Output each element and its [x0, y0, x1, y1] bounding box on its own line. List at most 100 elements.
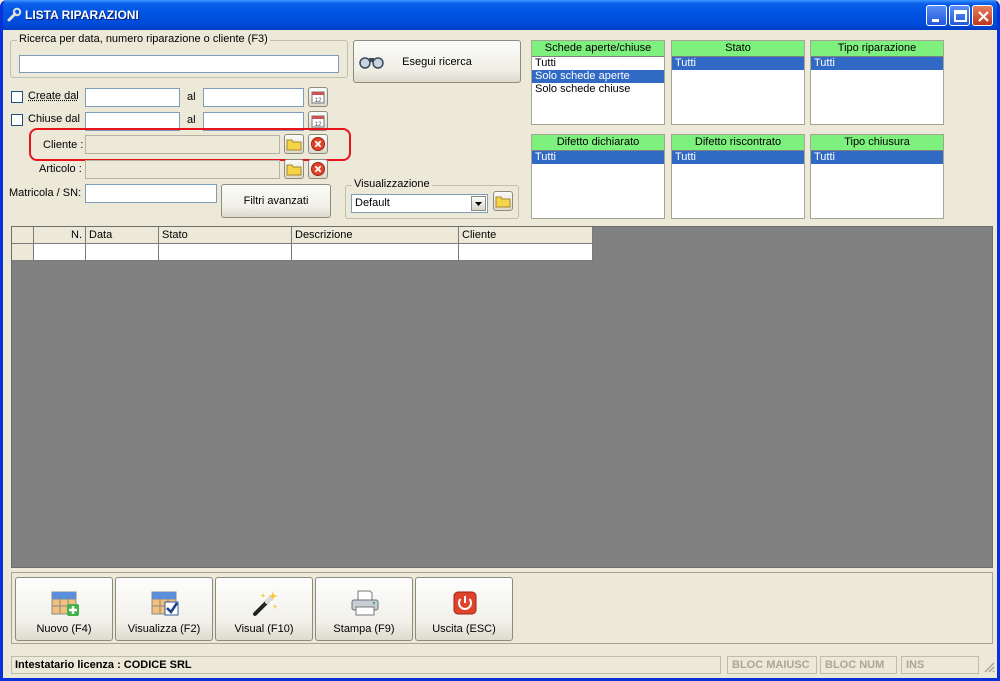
- column-header-n[interactable]: N.: [34, 227, 86, 244]
- list-item[interactable]: Tutti: [672, 151, 804, 164]
- view-record-icon: [151, 591, 179, 616]
- folder-icon: [495, 196, 511, 208]
- resize-grip-icon[interactable]: [983, 661, 995, 673]
- list-item[interactable]: Tutti: [532, 151, 664, 164]
- search-group: Ricerca per data, numero riparazione o c…: [10, 33, 348, 78]
- closed-label: Chiuse dal: [28, 113, 80, 125]
- grid-header: N. Data Stato Descrizione Cliente: [12, 227, 593, 244]
- folder-icon: [286, 164, 302, 176]
- advanced-filters-label: Filtri avanzati: [243, 195, 309, 207]
- table-cell[interactable]: [292, 244, 459, 261]
- visual-button[interactable]: Visual (F10): [215, 577, 313, 641]
- created-al-label: al: [187, 91, 196, 103]
- articolo-field[interactable]: [85, 160, 280, 179]
- table-row[interactable]: [12, 244, 593, 261]
- schede-list[interactable]: Schede aperte/chiuse Tutti Solo schede a…: [531, 40, 665, 125]
- run-search-button[interactable]: Esegui ricerca: [353, 40, 521, 83]
- minimize-icon: [932, 19, 939, 22]
- difetto-riscontrato-list[interactable]: Difetto riscontrato Tutti: [671, 134, 805, 219]
- table-cell[interactable]: [34, 244, 86, 261]
- list-item[interactable]: Tutti: [811, 57, 943, 70]
- matricola-input[interactable]: [85, 184, 217, 203]
- exit-button[interactable]: Uscita (ESC): [415, 577, 513, 641]
- column-header-stato[interactable]: Stato: [159, 227, 292, 244]
- svg-text:12: 12: [315, 98, 322, 104]
- visualizzazione-group: Visualizzazione Default: [345, 178, 519, 219]
- list-item[interactable]: Solo schede aperte: [532, 70, 664, 83]
- print-button-label: Stampa (F9): [333, 623, 395, 635]
- visualizzazione-label: Visualizzazione: [352, 178, 432, 190]
- calendar-icon: 12: [311, 91, 325, 104]
- column-header-descrizione[interactable]: Descrizione: [292, 227, 459, 244]
- view-button[interactable]: Visualizza (F2): [115, 577, 213, 641]
- visualizzazione-select[interactable]: Default: [351, 194, 488, 213]
- tipo-riparazione-list-header: Tipo riparazione: [811, 41, 943, 57]
- table-cell[interactable]: [159, 244, 292, 261]
- main-window: LISTA RIPARAZIONI Ricerca per data, nume…: [0, 0, 1000, 681]
- matricola-label: Matricola / SN:: [9, 187, 82, 199]
- title-bar[interactable]: LISTA RIPARAZIONI: [3, 0, 997, 30]
- advanced-filters-button[interactable]: Filtri avanzati: [221, 184, 331, 218]
- maximize-icon: [954, 10, 967, 22]
- visualizzazione-browse-button[interactable]: [493, 191, 513, 211]
- created-checkbox[interactable]: [11, 91, 23, 103]
- closed-checkbox[interactable]: [11, 114, 23, 126]
- stato-list-header: Stato: [672, 41, 804, 57]
- row-header-cell[interactable]: [12, 244, 34, 261]
- maximize-button[interactable]: [949, 5, 970, 26]
- add-record-icon: [51, 591, 79, 616]
- column-header-cliente[interactable]: Cliente: [459, 227, 593, 244]
- created-calendar-button[interactable]: 12: [308, 87, 328, 107]
- new-button-label: Nuovo (F4): [36, 623, 92, 635]
- grid-corner-cell: [12, 227, 34, 244]
- view-button-label: Visualizza (F2): [127, 623, 201, 635]
- articolo-browse-button[interactable]: [284, 159, 304, 179]
- tipo-riparazione-list[interactable]: Tipo riparazione Tutti: [810, 40, 944, 125]
- difetto-dichiarato-list[interactable]: Difetto dichiarato Tutti: [531, 134, 665, 219]
- binoculars-icon: [359, 57, 384, 69]
- num-lock-indicator: BLOC NUM: [820, 656, 897, 674]
- table-cell[interactable]: [459, 244, 593, 261]
- run-search-label: Esegui ricerca: [402, 55, 472, 68]
- new-button[interactable]: Nuovo (F4): [15, 577, 113, 641]
- articolo-clear-button[interactable]: [308, 159, 328, 179]
- close-icon: [978, 11, 989, 22]
- delete-icon: [311, 162, 325, 176]
- cliente-highlight: [29, 128, 351, 161]
- print-button[interactable]: Stampa (F9): [315, 577, 413, 641]
- list-item[interactable]: Tutti: [532, 57, 664, 70]
- created-label: Create dal: [28, 90, 79, 102]
- caps-lock-indicator: BLOC MAIUSC: [727, 656, 817, 674]
- wrench-icon: [7, 7, 22, 22]
- search-input[interactable]: [19, 55, 339, 73]
- visualizzazione-value: Default: [355, 197, 390, 209]
- license-status: Intestatario licenza : CODICE SRL: [11, 656, 721, 674]
- close-button[interactable]: [972, 5, 993, 26]
- insert-indicator: INS: [901, 656, 979, 674]
- minimize-button[interactable]: [926, 5, 947, 26]
- dropdown-arrow-button[interactable]: [471, 196, 486, 211]
- closed-al-label: al: [187, 114, 196, 126]
- power-icon: [453, 591, 477, 615]
- difetto-riscontrato-list-header: Difetto riscontrato: [672, 135, 804, 151]
- list-item[interactable]: Tutti: [811, 151, 943, 164]
- difetto-dichiarato-list-header: Difetto dichiarato: [532, 135, 664, 151]
- chevron-down-icon: [475, 202, 482, 206]
- stato-list[interactable]: Stato Tutti: [671, 40, 805, 125]
- magic-wand-icon: [253, 591, 278, 616]
- results-grid[interactable]: N. Data Stato Descrizione Cliente: [11, 226, 993, 568]
- list-item[interactable]: Tutti: [672, 57, 804, 70]
- table-cell[interactable]: [86, 244, 159, 261]
- tipo-chiusura-list[interactable]: Tipo chiusura Tutti: [810, 134, 944, 219]
- created-from-input[interactable]: [85, 88, 180, 107]
- list-item[interactable]: Solo schede chiuse: [532, 83, 664, 96]
- tipo-chiusura-list-header: Tipo chiusura: [811, 135, 943, 151]
- status-bar: Intestatario licenza : CODICE SRL BLOC M…: [7, 653, 997, 675]
- window-title: LISTA RIPARAZIONI: [25, 8, 139, 22]
- column-header-data[interactable]: Data: [86, 227, 159, 244]
- created-to-input[interactable]: [203, 88, 304, 107]
- action-toolbar: Nuovo (F4) Visualizza (F2) Visual (F10): [11, 572, 993, 644]
- visual-button-label: Visual (F10): [234, 623, 294, 635]
- articolo-label: Articolo :: [39, 163, 82, 175]
- exit-button-label: Uscita (ESC): [432, 623, 496, 635]
